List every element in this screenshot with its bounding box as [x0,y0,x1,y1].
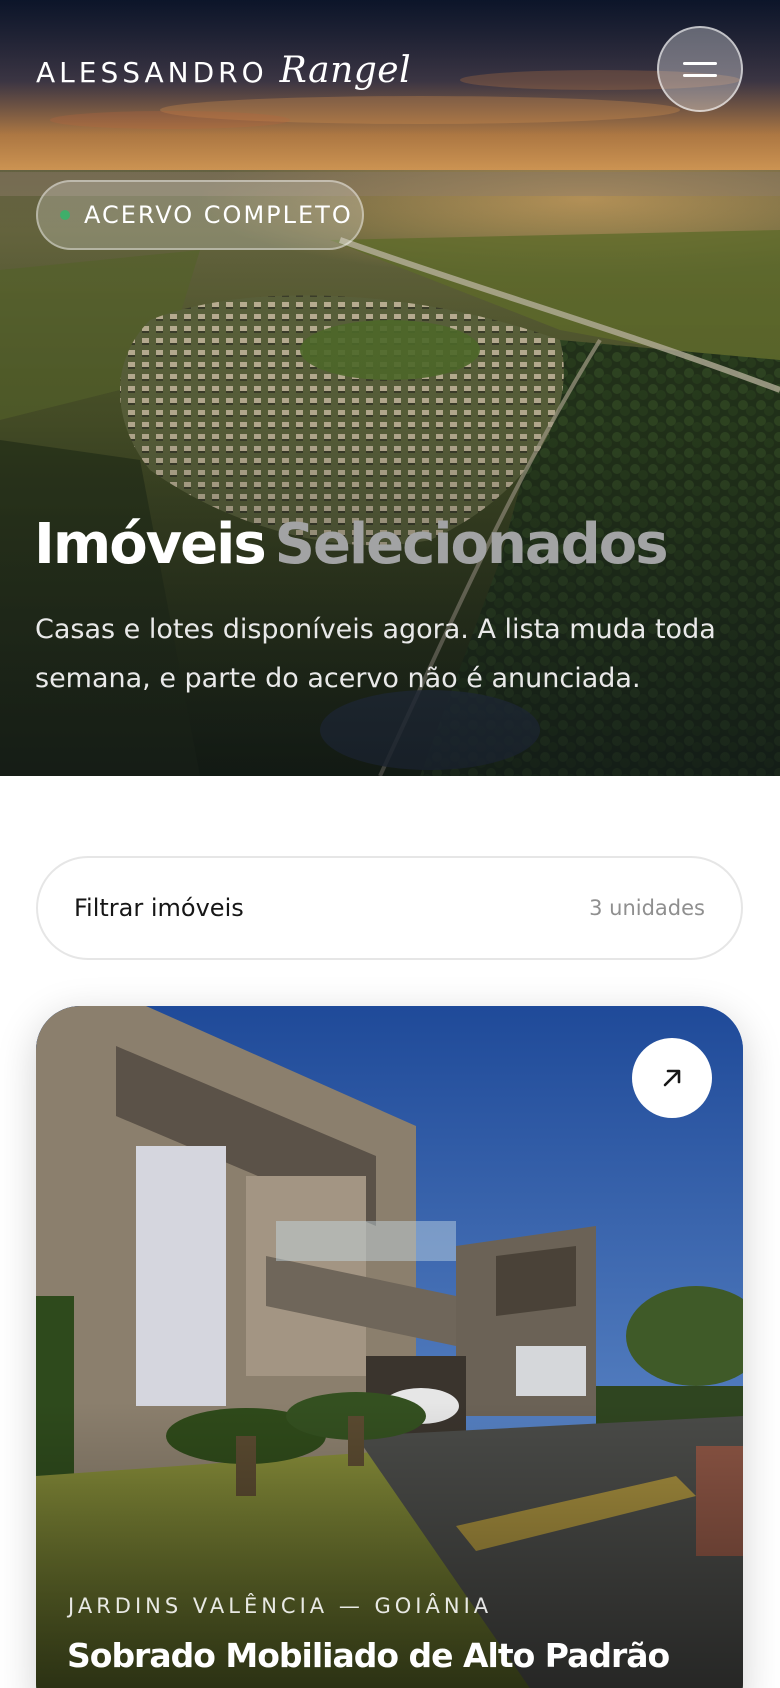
card-overlay [36,1006,743,1688]
page: ALESSANDRO Rangel ACERVO COMPLETO Imóvei… [0,0,780,1688]
status-dot-icon [60,210,70,220]
menu-button[interactable] [657,26,743,112]
title-primary: Imóveis [34,512,267,577]
brand-first-name: ALESSANDRO [36,56,268,89]
brand-logo[interactable]: ALESSANDRO Rangel [36,50,411,96]
hero-section: ALESSANDRO Rangel ACERVO COMPLETO Imóvei… [0,0,780,776]
title-secondary: Selecionados [274,512,669,577]
menu-icon-line [683,73,717,77]
page-title: Imóveis Selecionados [34,512,669,577]
collection-badge: ACERVO COMPLETO [36,180,364,250]
filter-label: Filtrar imóveis [74,894,244,922]
page-subtitle: Casas e lotes disponíveis agora. A lista… [35,614,716,694]
property-card[interactable]: JARDINS VALÊNCIA — GOIÂNIA Sobrado Mobil… [36,1006,743,1688]
menu-icon [683,61,717,65]
open-property-button[interactable] [632,1038,712,1118]
property-title: Sobrado Mobiliado de Alto Padrão [67,1636,670,1675]
badge-label: ACERVO COMPLETO [84,201,353,229]
arrow-up-right-icon [663,1069,681,1087]
filter-bar[interactable]: Filtrar imóveis 3 unidades [36,856,743,960]
brand-last-name: Rangel [279,50,412,91]
property-location: JARDINS VALÊNCIA — GOIÂNIA [68,1594,493,1618]
results-count: 3 unidades [589,896,705,920]
